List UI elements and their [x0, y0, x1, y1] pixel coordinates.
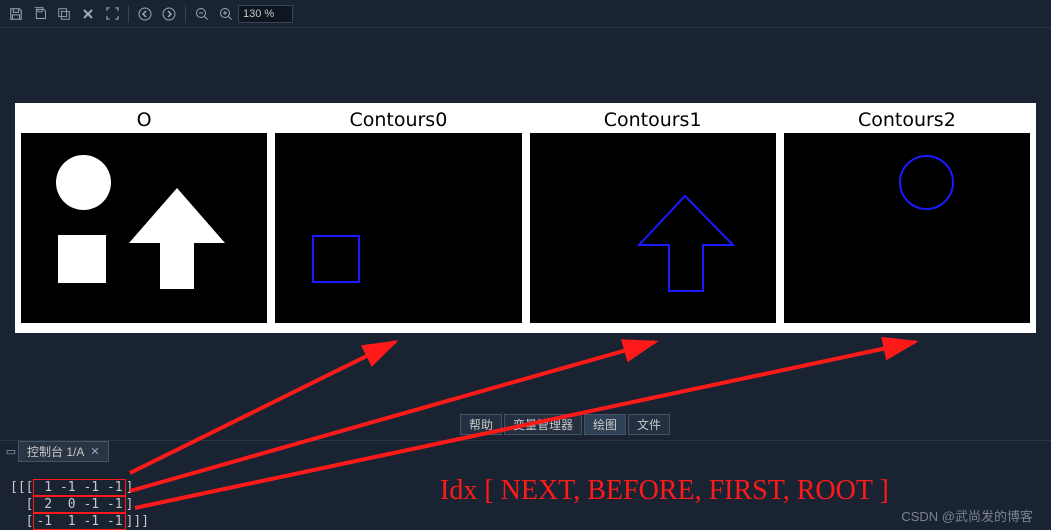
zoom-in-icon[interactable] — [214, 2, 238, 26]
subplot-image-c1 — [530, 133, 776, 323]
content-tabs: 帮助 变量管理器 绘图 文件 — [460, 414, 670, 435]
matrix-row-2: -1 1 -1 -1 — [33, 513, 125, 530]
matrix-row-1: 2 0 -1 -1 — [33, 496, 125, 513]
shape-arrow-stem — [160, 241, 194, 289]
tab-help[interactable]: 帮助 — [460, 414, 502, 435]
console-tab-close-icon[interactable]: ✕ — [90, 445, 99, 458]
subplot-image-o — [21, 133, 267, 323]
console-text: [[[ — [10, 480, 33, 495]
shape-circle — [56, 155, 111, 210]
subplot-contours0: Contours0 — [275, 103, 521, 323]
console-text: ]]] — [126, 514, 149, 529]
forward-icon[interactable] — [157, 2, 181, 26]
tab-file[interactable]: 文件 — [628, 414, 670, 435]
console-pane-icon[interactable]: ▭ — [4, 445, 18, 458]
subplot-contours2: Contours2 — [784, 103, 1030, 323]
tab-plot[interactable]: 绘图 — [584, 414, 626, 435]
subplot-title: O — [137, 103, 152, 133]
zoom-input[interactable] — [238, 5, 293, 23]
separator — [128, 5, 129, 23]
subplot-image-c2 — [784, 133, 1030, 323]
subplot-image-c0 — [275, 133, 521, 323]
watermark: CSDN @武尚发的博客 — [901, 506, 1033, 525]
figure-area: O Contours0 Contours1 Contours2 — [15, 103, 1036, 333]
shape-square — [58, 235, 106, 283]
console-text: [ — [10, 497, 33, 512]
console-output: [[[ 1 -1 -1 -1] [ 2 0 -1 -1] [-1 1 -1 -1… — [10, 462, 149, 530]
console-tab-label: 控制台 1/A — [27, 443, 84, 460]
copy-icon[interactable] — [52, 2, 76, 26]
tab-varmgr[interactable]: 变量管理器 — [504, 414, 582, 435]
fit-icon[interactable] — [100, 2, 124, 26]
back-icon[interactable] — [133, 2, 157, 26]
subplot-contours1: Contours1 — [530, 103, 776, 323]
matrix-row-0: 1 -1 -1 -1 — [33, 479, 125, 496]
subplot-title: Contours1 — [604, 103, 702, 133]
zoom-out-icon[interactable] — [190, 2, 214, 26]
separator — [185, 5, 186, 23]
contour-arrow — [530, 133, 780, 323]
close-icon[interactable] — [76, 2, 100, 26]
save-icon[interactable] — [4, 2, 28, 26]
shape-arrow-head — [129, 188, 225, 243]
subplot-title: Contours0 — [349, 103, 447, 133]
save-all-icon[interactable] — [28, 2, 52, 26]
contour-square — [312, 235, 360, 283]
idx-annotation: Idx [ NEXT, BEFORE, FIRST, ROOT ] — [440, 475, 889, 507]
console-tab[interactable]: 控制台 1/A ✕ — [18, 441, 109, 462]
console-text: [ — [10, 514, 33, 529]
console-bar: ▭ 控制台 1/A ✕ — [0, 440, 1051, 462]
subplot-o: O — [21, 103, 267, 323]
toolbar — [0, 0, 1051, 28]
contour-circle — [899, 155, 954, 210]
subplot-title: Contours2 — [858, 103, 956, 133]
